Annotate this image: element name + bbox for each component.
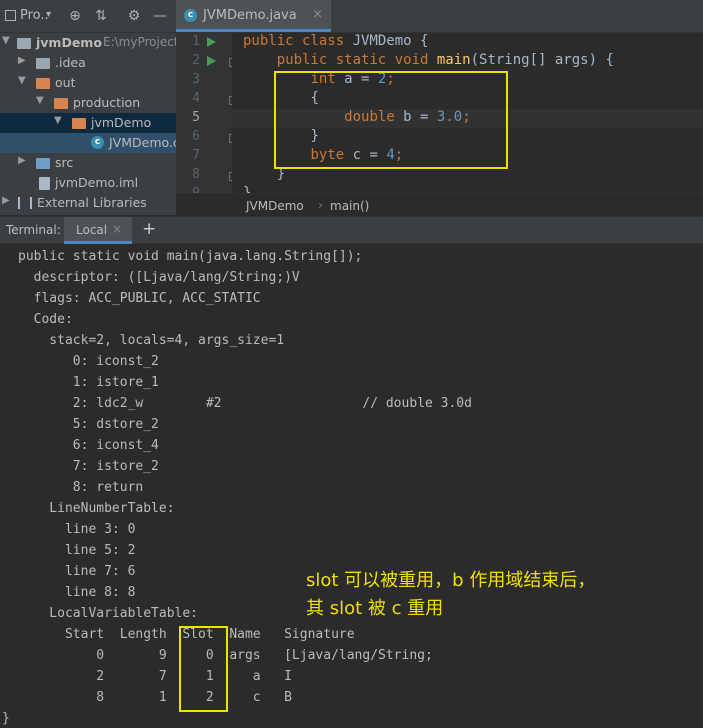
terminal-line: 1: istore_1: [18, 375, 159, 390]
folder-icon: [17, 38, 31, 49]
editor-tab-bar: c JVMDemo.java ×: [176, 0, 703, 33]
terminal-line: stack=2, locals=4, args_size=1: [18, 333, 285, 348]
module-file-icon: [39, 177, 50, 190]
line-number: 4: [192, 91, 200, 106]
breadcrumb-method[interactable]: main(): [330, 199, 369, 213]
folder-icon: [36, 158, 50, 169]
chevron-down-icon[interactable]: ▼: [2, 35, 14, 46]
chevron-down-icon[interactable]: ▾: [46, 9, 51, 20]
run-icon[interactable]: [207, 56, 216, 66]
chevron-right-icon: ›: [318, 198, 323, 212]
tab-jvmdemo-java[interactable]: c JVMDemo.java ×: [176, 0, 331, 32]
class-file-icon: c: [184, 9, 197, 22]
tree-item-idea[interactable]: ▶ .idea: [0, 53, 176, 73]
tree-item-jvmdemo-output[interactable]: ▼ jvmDemo: [0, 113, 176, 133]
terminal-line: Code:: [18, 312, 73, 327]
chevron-right-icon[interactable]: ▶: [18, 155, 30, 166]
terminal-title: Terminal:: [6, 223, 61, 237]
terminal-line: LineNumberTable:: [18, 501, 175, 516]
line-number: 1: [192, 34, 200, 49]
terminal-line: }: [2, 711, 10, 726]
add-terminal-icon[interactable]: +: [142, 219, 156, 239]
tree-item-production[interactable]: ▼ production: [0, 93, 176, 113]
terminal-line: 6: iconst_4: [18, 438, 159, 453]
code-line: public class JVMDemo {: [243, 33, 429, 49]
terminal-line: 8: return: [18, 480, 144, 495]
chevron-down-icon[interactable]: ▼: [18, 75, 30, 86]
tree-item-external-libraries[interactable]: ▶ External Libraries: [0, 193, 176, 213]
highlight-box-code: [274, 71, 508, 169]
run-icon[interactable]: [207, 37, 216, 47]
terminal-header: Terminal: Local × +: [0, 216, 703, 244]
chevron-down-icon[interactable]: ▼: [54, 115, 66, 126]
chevron-right-icon[interactable]: ▶: [18, 55, 30, 66]
breadcrumb: JVMDemo › main(): [176, 193, 703, 217]
code-line: public static void main(String[] args) {: [276, 52, 614, 68]
chevron-down-icon[interactable]: ▼: [36, 95, 48, 106]
terminal-line: line 8: 8: [18, 585, 136, 600]
class-file-icon: c: [91, 136, 104, 149]
chevron-right-icon[interactable]: ▶: [2, 195, 14, 206]
folder-icon: [36, 78, 50, 89]
annotation-note: slot 可以被重用，b 作用域结束后， 其 slot 被 c 重用: [306, 567, 595, 623]
tree-item-jvmdemo-class[interactable]: c JVMDemo.c: [0, 133, 176, 153]
terminal-line: 0: iconst_2: [18, 354, 159, 369]
close-icon[interactable]: ×: [112, 222, 122, 236]
line-number: 7: [192, 148, 200, 163]
annotation-line: slot 可以被重用，b 作用域结束后，: [306, 570, 596, 591]
library-icon: [18, 197, 32, 209]
terminal-line: public static void main(java.lang.String…: [18, 249, 363, 264]
highlight-box-slot: [179, 626, 228, 712]
terminal-line: flags: ACC_PUBLIC, ACC_STATIC: [18, 291, 261, 306]
project-panel-title[interactable]: Pro..: [20, 8, 49, 23]
line-number: 6: [192, 129, 200, 144]
line-number: 3: [192, 72, 200, 87]
code-editor[interactable]: public class JVMDemo { public static voi…: [232, 33, 703, 193]
folder-icon: [72, 118, 86, 129]
gear-icon[interactable]: ⚙: [125, 7, 143, 25]
line-number: 5: [192, 110, 200, 125]
terminal-line: line 3: 0: [18, 522, 136, 537]
terminal-line: LocalVariableTable:: [18, 606, 199, 621]
terminal-line: 5: dstore_2: [18, 417, 159, 432]
tree-item-jvmdemo-root[interactable]: ▼ jvmDemo E:\myProject: [0, 33, 176, 53]
terminal-output[interactable]: public static void main(java.lang.String…: [0, 244, 703, 728]
project-tree: ▼ jvmDemo E:\myProject ▶ .idea ▼ out ▼ p…: [0, 33, 176, 215]
editor-gutter: 1 2 3 4 5 6 7 8 9: [176, 33, 238, 201]
folder-icon: [54, 98, 68, 109]
tree-item-src[interactable]: ▶ src: [0, 153, 176, 173]
tab-terminal-local[interactable]: Local ×: [64, 217, 132, 244]
tree-item-iml[interactable]: jvmDemo.iml: [0, 173, 176, 193]
minimize-icon[interactable]: —: [151, 7, 169, 25]
terminal-line: line 5: 2: [18, 543, 136, 558]
terminal-line: line 7: 6: [18, 564, 136, 579]
collapse-all-icon[interactable]: ⇅: [92, 7, 110, 25]
terminal-line: 8 1 2 c B: [18, 690, 292, 705]
project-toolbar: Pro.. ▾ ⊕ ⇅ ⚙ —: [0, 0, 176, 33]
line-number: 2: [192, 53, 200, 68]
folder-icon: [36, 58, 50, 69]
terminal-line: 7: istore_2: [18, 459, 159, 474]
line-number: 8: [192, 167, 200, 182]
terminal-line: descriptor: ([Ljava/lang/String;)V: [18, 270, 300, 285]
terminal-line: 2: ldc2_w #2 // double 3.0d: [18, 396, 472, 411]
project-panel-icon: [5, 10, 16, 21]
close-icon[interactable]: ×: [312, 7, 323, 22]
locate-icon[interactable]: ⊕: [66, 7, 84, 25]
code-line: }: [243, 185, 252, 193]
annotation-line: 其 slot 被 c 重用: [306, 598, 444, 619]
tree-item-out[interactable]: ▼ out: [0, 73, 176, 93]
breadcrumb-class[interactable]: JVMDemo: [246, 199, 304, 213]
terminal-line: 2 7 1 a I: [18, 669, 292, 684]
